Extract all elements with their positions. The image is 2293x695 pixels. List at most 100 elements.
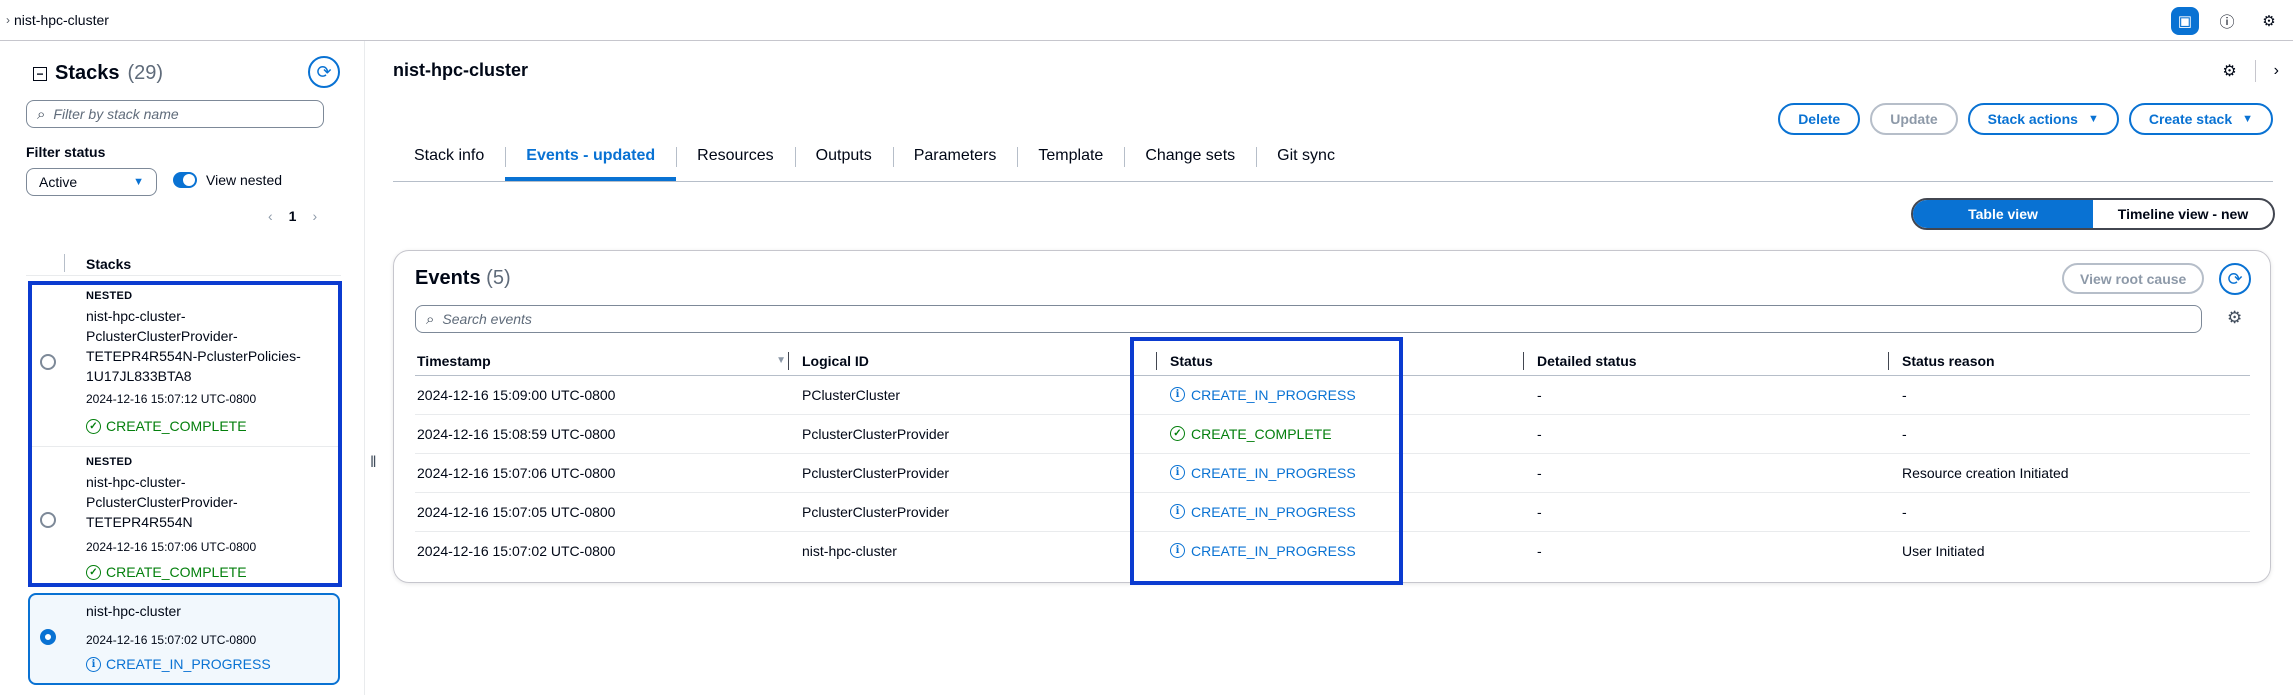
view-nested-toggle[interactable]: View nested (173, 172, 282, 188)
toggle-switch[interactable] (173, 172, 197, 188)
cell-status-reason: - (1900, 414, 2250, 454)
cell-detailed-status: - (1535, 375, 1900, 415)
tab-parameters[interactable]: Parameters (892, 143, 1018, 181)
delete-button[interactable]: Delete (1778, 103, 1861, 135)
stack-actions-label: Stack actions (1987, 111, 2078, 127)
tab-git-sync[interactable]: Git sync (1256, 143, 1356, 181)
cell-status-reason: User Initiated (1902, 542, 1985, 559)
chevron-right-icon[interactable]: › (2274, 62, 2279, 80)
stack-timestamp: 2024-12-16 15:07:02 UTC-0800 (86, 633, 257, 647)
breadcrumb[interactable]: nist-hpc-cluster (14, 12, 109, 28)
cell-detailed-status: - (1535, 414, 1900, 454)
search-icon: ⌕ (37, 105, 46, 123)
cell-timestamp: 2024-12-16 15:07:06 UTC-0800 (415, 453, 800, 493)
col-timestamp[interactable]: Timestamp ▼ (415, 347, 800, 376)
cell-timestamp: 2024-12-16 15:07:05 UTC-0800 (415, 492, 800, 532)
cell-logical-id: PclusterClusterProvider (800, 414, 1168, 454)
events-search-placeholder: Search events (442, 311, 532, 327)
col-logical-id-label: Logical ID (802, 352, 869, 369)
view-nested-label: View nested (206, 172, 283, 188)
table-settings-icon[interactable]: ⚙ (2227, 308, 2242, 328)
stacks-column-label: Stacks (86, 256, 132, 272)
top-bar: › nist-hpc-cluster ▣ ⓘ ⚙ (0, 0, 2293, 41)
tab-outputs[interactable]: Outputs (794, 143, 893, 181)
col-timestamp-label: Timestamp (417, 352, 491, 369)
settings-icon[interactable]: ⚙ (2255, 7, 2283, 35)
tab-change-sets[interactable]: Change sets (1124, 143, 1256, 181)
cell-detailed-status: - (1535, 492, 1900, 532)
sidebar-title-label: Stacks (55, 62, 120, 84)
cell-status-reason: - (1900, 375, 2250, 415)
search-icon: ⌕ (426, 310, 435, 328)
stack-status-text: CREATE_IN_PROGRESS (106, 656, 271, 672)
current-page[interactable]: 1 (289, 208, 297, 224)
cell-status-reason: Resource creation Initiated (1900, 453, 2250, 493)
events-count: (5) (486, 267, 511, 289)
highlight-box-status (1130, 337, 1403, 585)
highlight-box-nested (28, 281, 342, 587)
panel-resize-handle[interactable]: ‖ (370, 454, 377, 472)
selected-stack-item[interactable]: nist-hpc-cluster 2024-12-16 15:07:02 UTC… (28, 593, 340, 685)
info-status-icon: i (86, 656, 101, 672)
info-icon[interactable]: ⓘ (2213, 7, 2241, 35)
stack-status: i CREATE_IN_PROGRESS (86, 656, 271, 672)
tab-template[interactable]: Template (1017, 143, 1124, 181)
cell-logical-id: PclusterClusterProvider (800, 492, 1168, 532)
stack-radio-selected[interactable] (40, 629, 56, 645)
update-button[interactable]: Update (1870, 103, 1958, 135)
timeline-view-button[interactable]: Timeline view - new (2093, 200, 2273, 228)
tab-resources[interactable]: Resources (676, 143, 794, 181)
cell-detailed-status: - (1535, 453, 1900, 493)
table-view-button[interactable]: Table view (1913, 200, 2093, 228)
collapse-icon[interactable]: − (33, 66, 47, 81)
action-buttons: Delete Update Stack actions ▼ Create stac… (1778, 103, 2273, 135)
delete-label: Delete (1798, 111, 1841, 127)
filter-status-value: Active (39, 174, 78, 190)
divider (2254, 60, 2256, 82)
col-detailed-status[interactable]: Detailed status (1523, 347, 1900, 376)
create-stack-label: Create stack (2148, 111, 2233, 127)
chevron-right-icon[interactable]: › (6, 13, 10, 27)
col-detailed-status-label: Detailed status (1537, 352, 1637, 369)
cell-detailed-status: - (1537, 542, 1542, 559)
tab-events[interactable]: Events - updated (505, 143, 677, 181)
tab-bar: Stack info Events - updated Resources Ou… (393, 143, 2273, 182)
col-status-reason[interactable]: Status reason (1888, 347, 2250, 376)
cell-logical-id: PClusterCluster (800, 375, 1168, 415)
stack-filter-input[interactable]: ⌕ Filter by stack name (26, 100, 324, 128)
caret-down-icon: ▼ (2242, 113, 2253, 125)
cell-timestamp: 2024-12-16 15:07:02 UTC-0800 (417, 542, 616, 559)
panel-toggle-icon[interactable]: ▣ (2171, 7, 2199, 35)
filter-status-label: Filter status (26, 144, 106, 160)
stack-filter-placeholder: Filter by stack name (53, 106, 179, 122)
stack-name[interactable]: nist-hpc-cluster (86, 601, 336, 621)
create-stack-button[interactable]: Create stack ▼ (2128, 103, 2273, 135)
view-root-cause-button[interactable]: View root cause (2062, 263, 2205, 294)
cell-logical-id: PclusterClusterProvider (800, 453, 1168, 493)
col-logical-id[interactable]: Logical ID (788, 347, 1168, 376)
cell-timestamp: 2024-12-16 15:09:00 UTC-0800 (415, 375, 800, 415)
sidebar-title: − Stacks (29) (33, 62, 163, 85)
cell-timestamp: 2024-12-16 15:08:59 UTC-0800 (415, 414, 800, 454)
update-label: Update (1890, 111, 1938, 127)
col-status-reason-label: Status reason (1902, 352, 1995, 369)
caret-down-icon: ▼ (133, 176, 144, 188)
stack-actions-button[interactable]: Stack actions ▼ (1967, 103, 2119, 135)
events-search-input[interactable]: ⌕ Search events (415, 305, 2202, 333)
gear-icon[interactable]: ⚙ (2222, 61, 2236, 81)
cell-logical-id: nist-hpc-cluster (802, 542, 897, 559)
pagination: ‹ 1 › (268, 208, 317, 224)
refresh-events-button[interactable]: ⟳ (2219, 263, 2251, 295)
caret-down-icon: ▼ (2087, 113, 2099, 125)
stacks-count: (29) (127, 62, 164, 84)
events-title: Events (5) (415, 267, 511, 290)
next-page-icon[interactable]: › (312, 208, 317, 224)
events-title-label: Events (415, 267, 481, 289)
refresh-stacks-button[interactable]: ⟳ (308, 56, 340, 88)
previous-page-icon[interactable]: ‹ (268, 208, 273, 224)
cell-status-reason: - (1900, 492, 2250, 532)
view-mode-toggle: Table view Timeline view - new (1911, 198, 2275, 230)
tab-stack-info[interactable]: Stack info (393, 143, 505, 181)
sort-desc-icon[interactable]: ▼ (776, 355, 786, 366)
filter-status-select[interactable]: Active ▼ (26, 168, 157, 196)
